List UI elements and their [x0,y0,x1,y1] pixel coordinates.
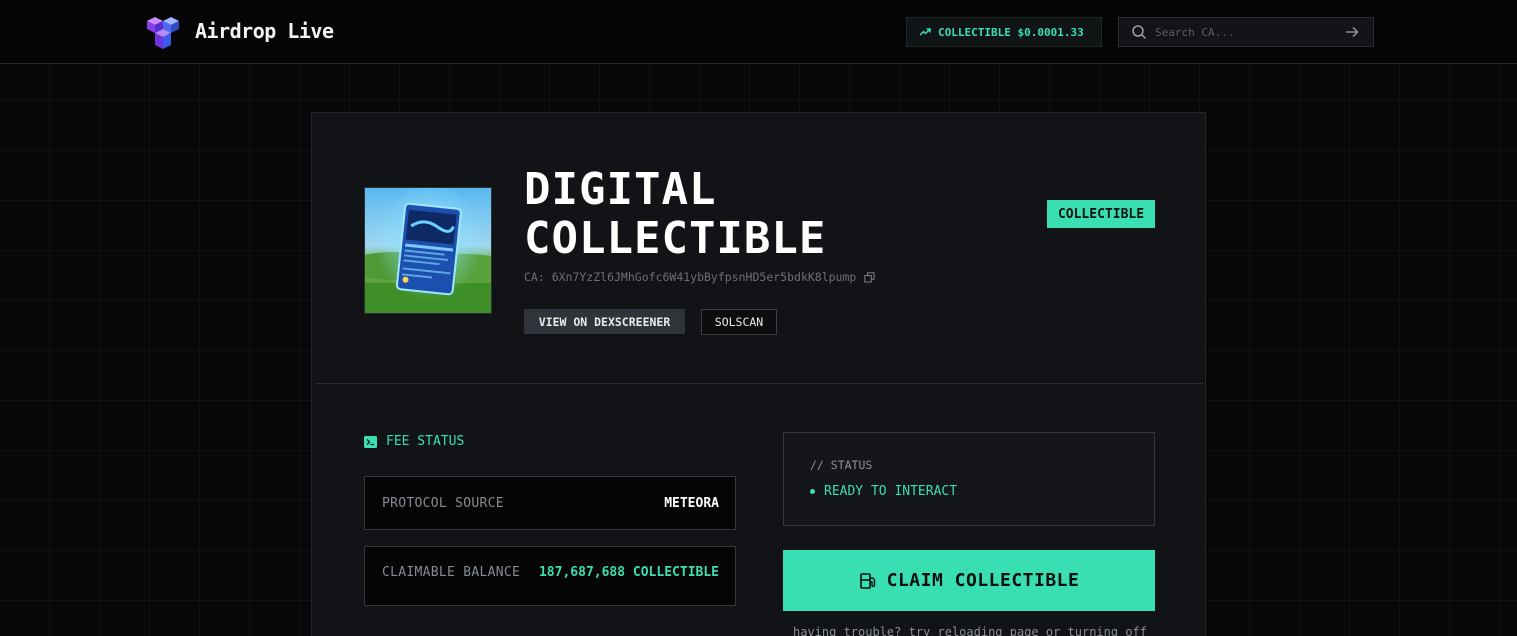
contract-address-row: CA: 6Xn7YzZl6JMhGofc6W41ybByfpsnHD5er5bd… [524,270,875,284]
claimable-balance-row: CLAIMABLE BALANCE 187,687,688 COLLECTIBL… [364,546,736,606]
protocol-source-value: METEORA [664,495,719,511]
claimable-balance-value: 187,687,688 COLLECTIBLE [538,564,719,580]
search-input[interactable] [1147,18,1345,46]
title-line-2: COLLECTIBLE [524,213,827,264]
claim-button[interactable]: CLAIM COLLECTIBLE [783,550,1155,611]
protocol-source-label: PROTOCOL SOURCE [382,495,504,511]
cube-logo-icon[interactable] [143,13,183,51]
section-divider [316,383,1203,384]
status-indicator: READY TO INTERACT [810,484,957,499]
view-on-dexscreener-button[interactable]: VIEW ON DEXSCREENER [524,309,685,334]
terminal-icon [364,435,377,448]
token-title: DIGITAL COLLECTIBLE [524,165,826,263]
troubleshoot-hint: having trouble? try reloading page or tu… [793,625,1148,636]
search-icon [1132,25,1147,40]
contract-address: CA: 6Xn7YzZl6JMhGofc6W41ybByfpsnHD5er5bd… [524,270,857,284]
price-ticker[interactable]: COLLECTIBLE $0.0001.33 [906,17,1102,47]
ticker-text: COLLECTIBLE $0.0001.33 [938,25,1084,39]
status-dot-icon [810,489,815,494]
claimable-balance-label: CLAIMABLE BALANCE [382,564,521,580]
fuel-icon [859,572,875,589]
search-box [1118,17,1374,47]
arrow-right-icon[interactable] [1345,25,1359,39]
solscan-button[interactable]: SOLSCAN [701,309,777,335]
protocol-source-row: PROTOCOL SOURCE METEORA [364,476,736,530]
copy-icon[interactable] [864,271,875,283]
collectible-image [364,187,492,314]
status-text: READY TO INTERACT [824,484,958,499]
claim-button-label: CLAIM COLLECTIBLE [886,570,1080,591]
token-symbol-badge: COLLECTIBLE [1047,200,1155,228]
fee-status-label: FEE STATUS [386,434,465,449]
trending-up-icon [919,28,931,36]
token-card: DIGITAL COLLECTIBLE CA: 6Xn7YzZl6JMhGofc… [311,112,1206,636]
status-caption: // STATUS [810,458,873,472]
fee-status-heading: FEE STATUS [364,434,464,449]
top-bar: Airdrop Live COLLECTIBLE $0.0001.33 [0,0,1517,64]
brand-name[interactable]: Airdrop Live [195,19,334,43]
title-line-1: DIGITAL [524,164,717,215]
status-panel: // STATUS READY TO INTERACT [783,432,1155,526]
